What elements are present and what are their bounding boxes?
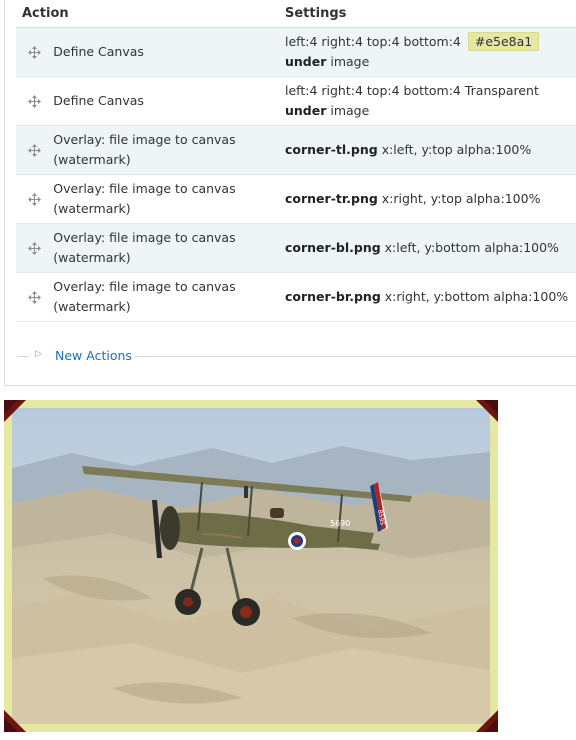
settings-summary: left:4 right:4 top:4 bottom:4 #e5e8a1 un… [285, 27, 576, 77]
settings-text: left:4 right:4 top:4 bottom:4 [285, 34, 461, 49]
imagecache-actions-panel: Action Settings Define Canvas left:4 rig… [4, 0, 576, 386]
settings-text: x:right, y:bottom alpha:100% [384, 289, 569, 304]
settings-emphasis: under [285, 54, 327, 69]
corner-tr-icon [476, 400, 498, 422]
action-name-line: (watermark) [53, 201, 131, 216]
new-actions-link[interactable]: New Actions [55, 348, 132, 363]
settings-text: x:left, y:bottom alpha:100% [384, 240, 559, 255]
color-swatch: #e5e8a1 [467, 32, 540, 51]
drag-handle[interactable] [16, 125, 54, 175]
table-row: Overlay: file image to canvas (watermark)… [16, 125, 576, 175]
drag-handle-icon[interactable] [28, 144, 42, 157]
settings-text: image [330, 103, 370, 118]
corner-bl-icon [4, 710, 26, 732]
table-row: Overlay: file image to canvas (watermark)… [16, 223, 576, 273]
triangle-right-icon[interactable]: ▷ [35, 349, 42, 359]
drag-handle-icon[interactable] [28, 193, 42, 206]
drag-handle-icon[interactable] [28, 95, 42, 108]
settings-summary: corner-br.png x:right, y:bottom alpha:10… [285, 272, 576, 322]
action-name-line: Overlay: file image to canvas [53, 230, 236, 245]
roundel-number: 5690 [330, 519, 350, 528]
action-name: Define Canvas [53, 27, 285, 77]
settings-text: x:right, y:top alpha:100% [381, 191, 541, 206]
header-settings: Settings [285, 0, 576, 28]
preview-image: 5690 B595 [4, 400, 498, 732]
drag-handle-icon[interactable] [28, 46, 42, 59]
action-name-line: (watermark) [53, 250, 131, 265]
settings-summary: corner-bl.png x:left, y:bottom alpha:100… [285, 223, 576, 273]
drag-handle[interactable] [16, 76, 54, 126]
settings-summary: left:4 right:4 top:4 bottom:4 Transparen… [285, 76, 576, 126]
corner-tl-icon [4, 400, 26, 422]
settings-emphasis: under [285, 103, 327, 118]
divider [135, 356, 576, 357]
biplane-photo-illustration: 5690 B595 [12, 408, 490, 724]
settings-text: x:left, y:top alpha:100% [381, 142, 532, 157]
drag-handle-icon[interactable] [28, 242, 42, 255]
action-name-line: Overlay: file image to canvas [53, 132, 236, 147]
new-actions-fieldset: ▷ New Actions [17, 345, 576, 367]
action-name-line: (watermark) [53, 152, 131, 167]
settings-filename: corner-bl.png [285, 240, 381, 255]
divider [17, 356, 29, 357]
settings-summary: corner-tr.png x:right, y:top alpha:100% [285, 174, 576, 224]
settings-text: left:4 right:4 top:4 bottom:4 Transparen… [285, 83, 539, 98]
settings-text: image [330, 54, 370, 69]
drag-handle[interactable] [16, 27, 54, 77]
drag-handle[interactable] [16, 174, 54, 224]
action-name: Define Canvas [53, 76, 285, 126]
header-action: Action [16, 0, 285, 28]
aircraft-photo: 5690 B595 [12, 408, 490, 724]
table-row: Overlay: file image to canvas (watermark)… [16, 272, 576, 322]
table-row: Overlay: file image to canvas (watermark)… [16, 174, 576, 224]
settings-summary: corner-tl.png x:left, y:top alpha:100% [285, 125, 576, 175]
settings-filename: corner-tl.png [285, 142, 378, 157]
table-row: Define Canvas left:4 right:4 top:4 botto… [16, 27, 576, 77]
corner-br-icon [476, 710, 498, 732]
action-name-line: (watermark) [53, 299, 131, 314]
drag-handle-icon[interactable] [28, 291, 42, 304]
action-name-line: Overlay: file image to canvas [53, 181, 236, 196]
action-name: Overlay: file image to canvas (watermark) [53, 174, 285, 224]
settings-filename: corner-br.png [285, 289, 381, 304]
action-name: Overlay: file image to canvas (watermark) [53, 125, 285, 175]
action-name: Overlay: file image to canvas (watermark) [53, 223, 285, 273]
action-name-line: Overlay: file image to canvas [53, 279, 236, 294]
settings-filename: corner-tr.png [285, 191, 378, 206]
table-row: Define Canvas left:4 right:4 top:4 botto… [16, 76, 576, 126]
actions-table: Action Settings Define Canvas left:4 rig… [16, 0, 576, 322]
drag-handle[interactable] [16, 272, 54, 322]
action-name: Overlay: file image to canvas (watermark) [53, 272, 285, 322]
drag-handle[interactable] [16, 223, 54, 273]
